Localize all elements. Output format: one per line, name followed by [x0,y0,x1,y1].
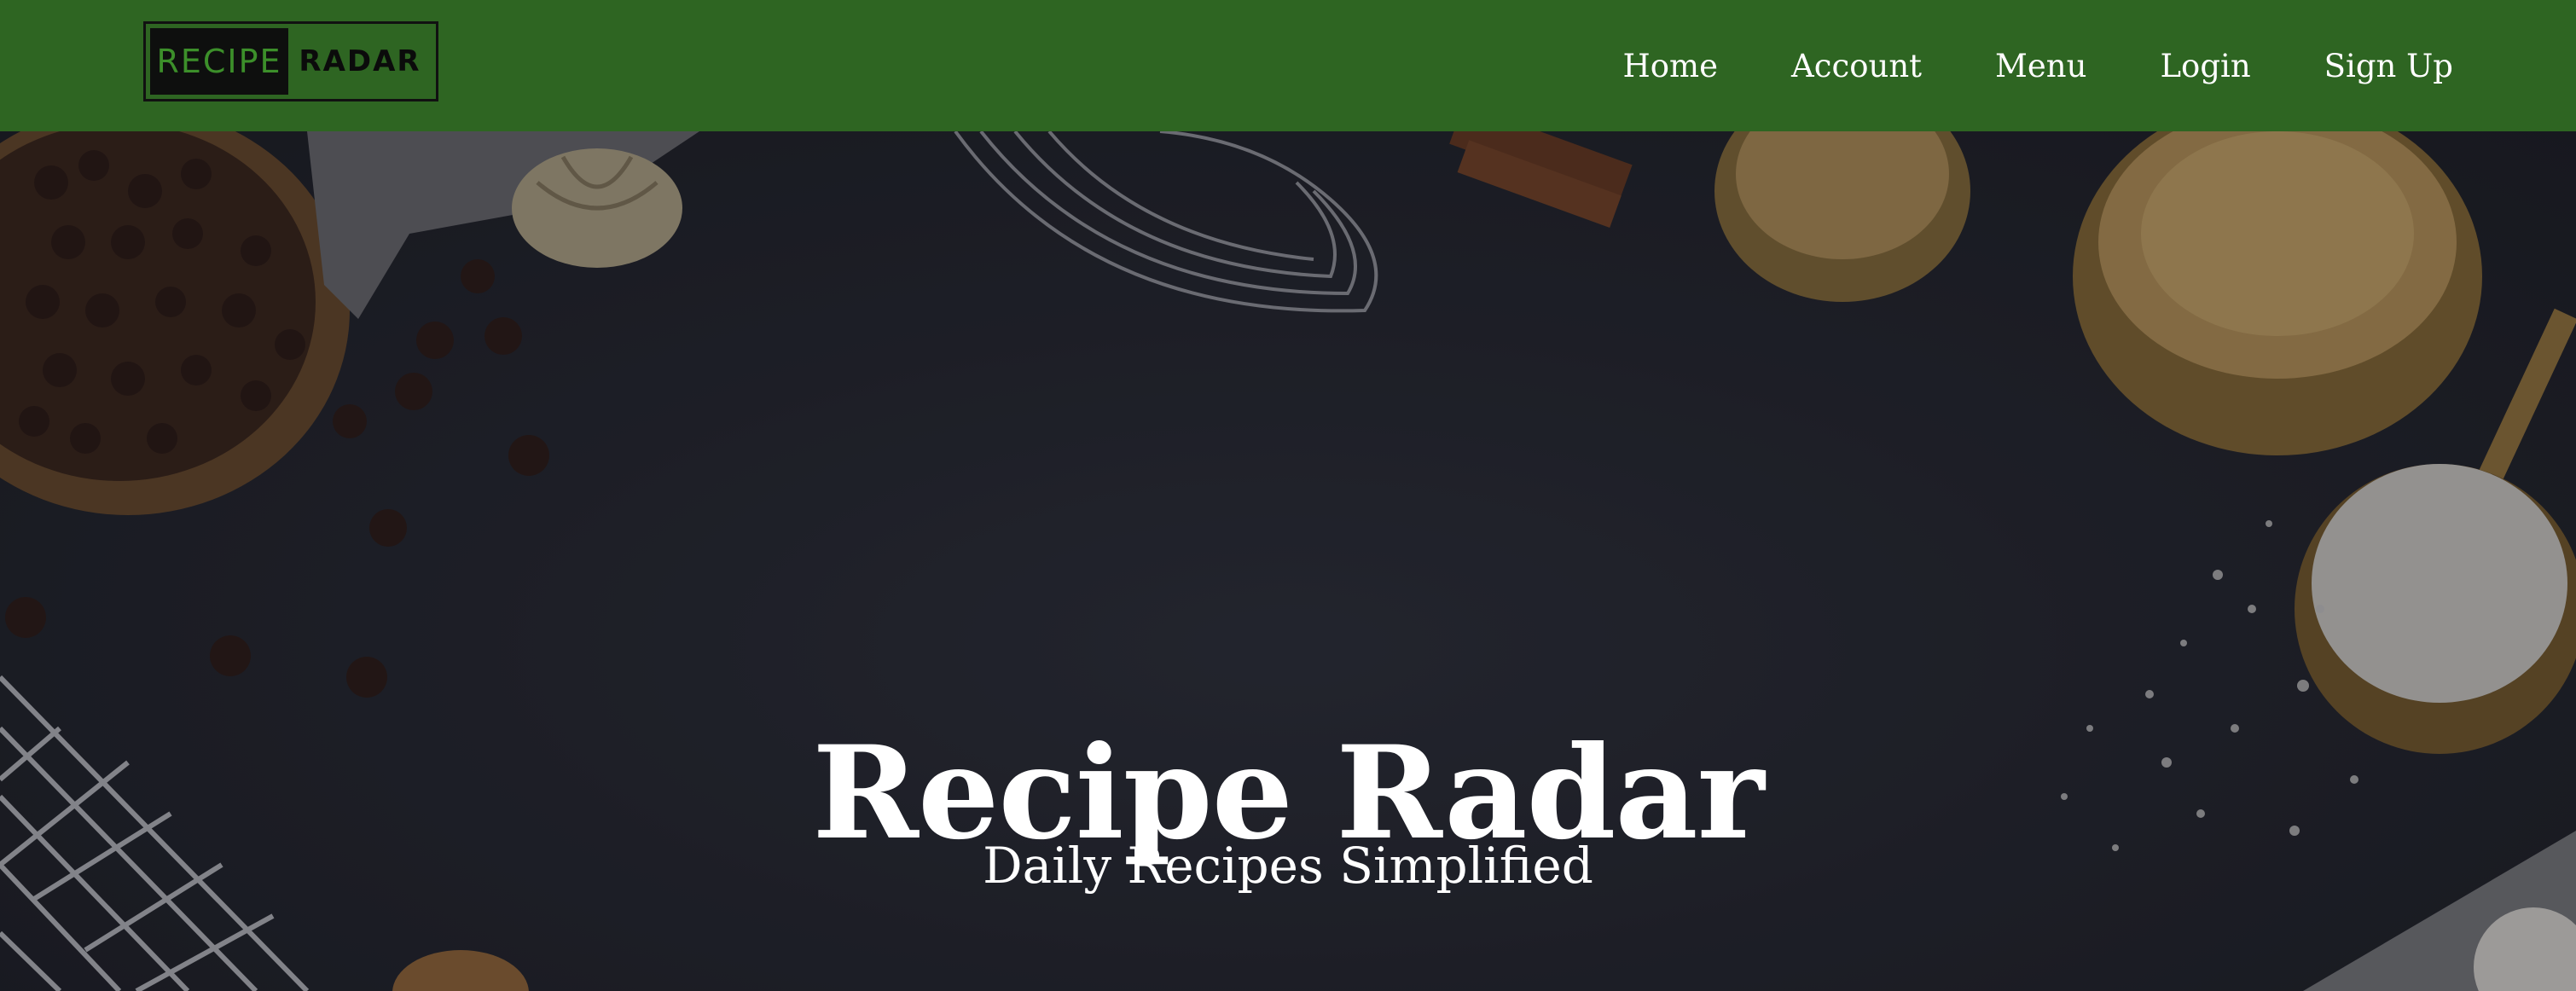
site-header: RECIPE RADAR Home Account Menu Login Sig… [0,0,2576,131]
nav-account[interactable]: Account [1791,48,1922,84]
site-logo[interactable]: RECIPE RADAR [143,21,438,101]
main-nav: Home Account Menu Login Sign Up [1623,0,2453,131]
nav-sign-up[interactable]: Sign Up [2324,48,2453,84]
hero-section: Recipe Radar Daily Recipes Simplified [0,131,2576,991]
hero-subtitle: Daily Recipes Simplified [983,837,1593,895]
nav-menu[interactable]: Menu [1995,48,2086,84]
logo-right-text: RADAR [299,44,421,78]
nav-login[interactable]: Login [2160,48,2250,84]
nav-home[interactable]: Home [1623,48,1719,84]
logo-left-text: RECIPE [150,28,288,95]
